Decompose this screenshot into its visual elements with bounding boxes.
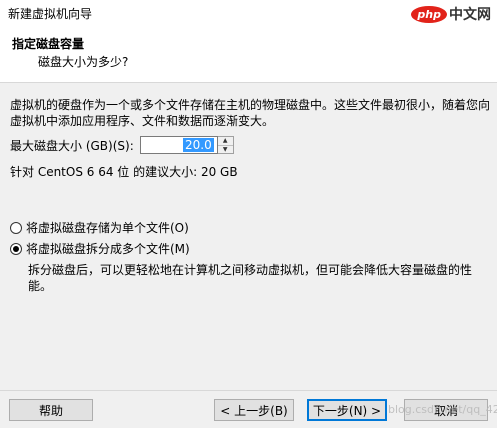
php-logo: php 中文网 [411, 3, 491, 25]
split-description: 拆分磁盘后，可以更轻松地在计算机之间移动虚拟机，但可能会降低大容量磁盘的性能。 [28, 263, 473, 293]
php-logo-badge: php [411, 5, 447, 23]
next-button[interactable]: 下一步(N) > [307, 399, 387, 421]
split-file-radio[interactable] [10, 242, 22, 255]
spinner-up-icon[interactable]: ▲ [217, 137, 233, 146]
split-file-option[interactable]: 将虚拟磁盘拆分成多个文件(M) [10, 240, 190, 257]
split-file-label[interactable]: 将虚拟磁盘拆分成多个文件(M) [26, 240, 190, 257]
disk-size-label: 最大磁盘大小 (GB)(S): [10, 138, 134, 153]
disk-size-spinner[interactable]: ▲ ▼ [217, 136, 234, 154]
help-button[interactable]: 帮助 [9, 399, 93, 421]
disk-size-row: 最大磁盘大小 (GB)(S): 20.0 ▲ ▼ [10, 135, 234, 155]
wizard-header: 指定磁盘容量 磁盘大小为多少? [0, 26, 497, 83]
back-button[interactable]: < 上一步(B) [214, 399, 294, 421]
title-bar: 新建虚拟机向导 php 中文网 [0, 0, 497, 26]
single-file-label[interactable]: 将虚拟磁盘存储为单个文件(O) [26, 219, 189, 236]
disk-description: 虚拟机的硬盘作为一个或多个文件存储在主机的物理磁盘中。这些文件最初很小，随着您向… [10, 98, 491, 128]
page-title: 指定磁盘容量 [12, 37, 85, 51]
disk-size-input[interactable]: 20.0 [139, 136, 218, 154]
php-logo-text: 中文网 [449, 7, 491, 23]
disk-size-value: 20.0 [183, 138, 214, 152]
page-subtitle: 磁盘大小为多少? [38, 55, 129, 69]
single-file-option[interactable]: 将虚拟磁盘存储为单个文件(O) [10, 219, 189, 236]
watermark-text: blog.csdn.net/qq_42 [388, 403, 497, 416]
recommended-size: 针对 CentOS 6 64 位 的建议大小: 20 GB [10, 165, 238, 179]
single-file-radio[interactable] [10, 221, 22, 234]
spinner-down-icon[interactable]: ▼ [218, 146, 233, 154]
window-title: 新建虚拟机向导 [8, 7, 93, 21]
footer-divider [0, 390, 497, 391]
